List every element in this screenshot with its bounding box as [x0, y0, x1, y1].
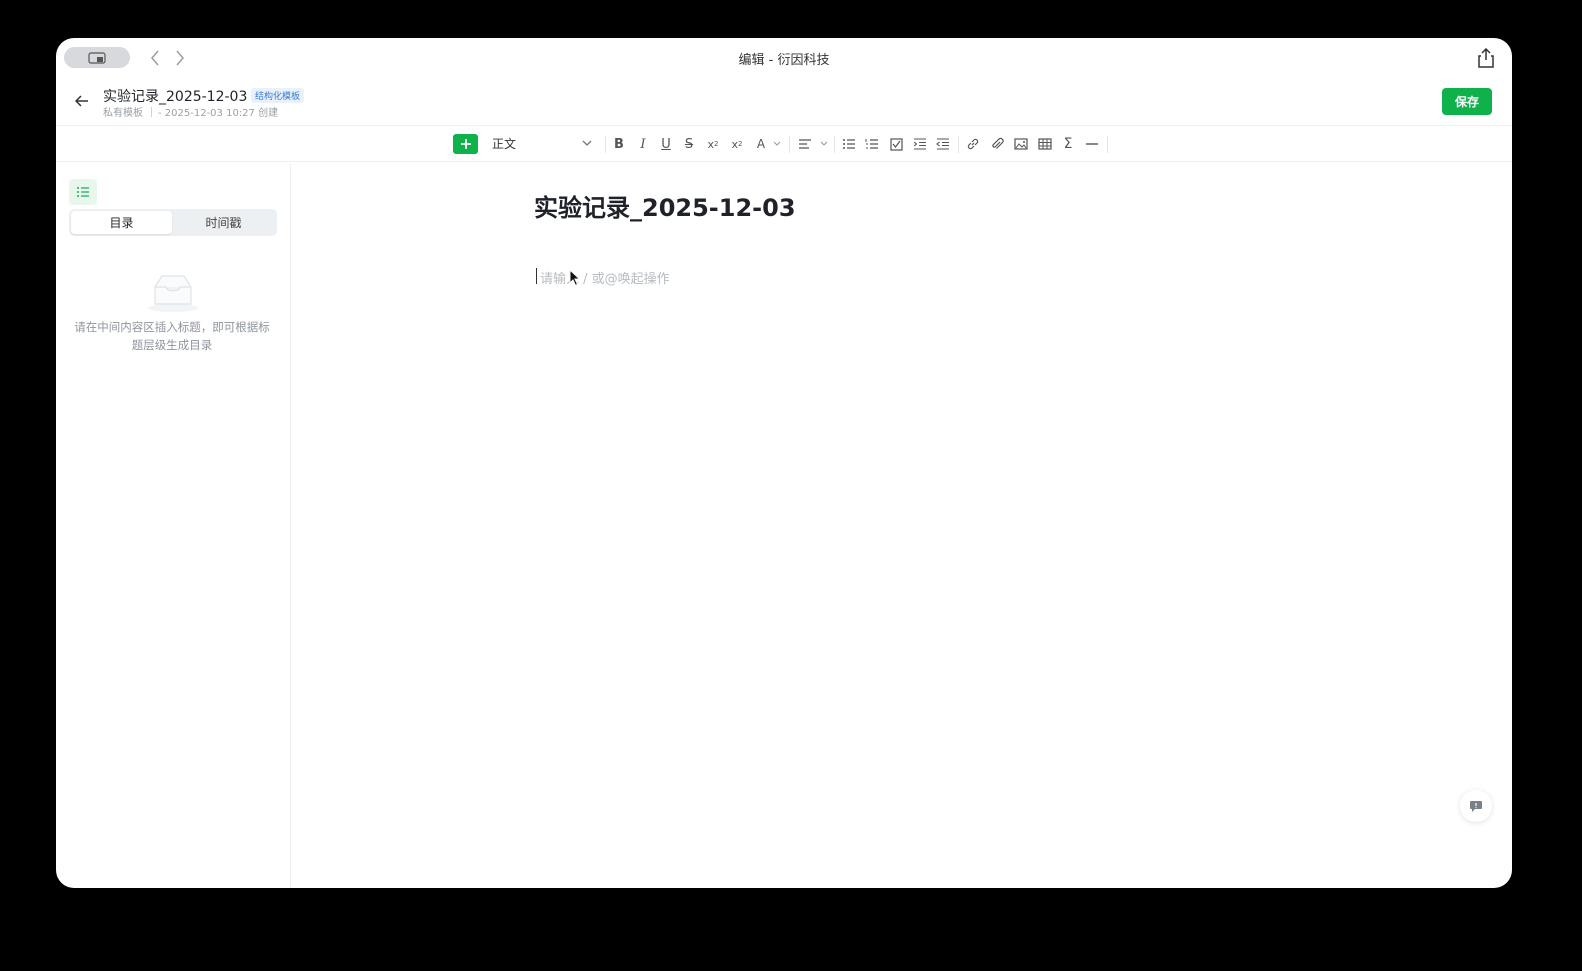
message-icon [1470, 800, 1482, 812]
attachment-icon[interactable] [988, 135, 1006, 153]
toc-sidebar: 目录 时间戳 请在中间内容区插入标题，即可根据标题层级生成目录 [56, 163, 291, 888]
sidebar-tab-switch: 目录 时间戳 [69, 209, 277, 236]
document-title: 实验记录_2025-12-03 [103, 89, 248, 105]
table-icon[interactable] [1036, 135, 1054, 153]
meta-divider [151, 106, 152, 117]
align-icon[interactable] [796, 135, 814, 153]
document-meta: 私有模板 - 2025-12-03 10:27 创建 [103, 104, 278, 119]
chevron-down-icon[interactable] [581, 137, 593, 149]
list-icon [77, 187, 89, 197]
chevron-down-icon[interactable] [773, 141, 781, 147]
image-icon[interactable] [1012, 135, 1030, 153]
tab-toc[interactable]: 目录 [71, 211, 172, 234]
bullet-list-icon[interactable] [840, 135, 858, 153]
toolbar-divider [958, 136, 959, 153]
link-icon[interactable] [964, 135, 982, 153]
insert-button[interactable] [453, 134, 478, 154]
divider-icon[interactable] [1083, 135, 1101, 153]
app-window: 编辑 - 衍因科技 实验记录_2025-12-03 结构化模板 私有模板 - 2… [56, 38, 1512, 888]
template-badge: 结构化模板 [251, 88, 305, 103]
toolbar-divider [834, 136, 835, 153]
toolbar-divider [789, 136, 790, 153]
tab-timestamps[interactable]: 时间戳 [173, 211, 274, 234]
bold-icon[interactable]: B [610, 135, 628, 153]
title-bar: 编辑 - 衍因科技 [56, 38, 1512, 78]
numbered-list-icon[interactable] [863, 135, 881, 153]
toolbar-divider [1107, 136, 1108, 153]
chevron-down-icon[interactable] [820, 141, 828, 147]
editor-toolbar: 正文 B I U S x2 x2 A Σ [56, 127, 1512, 162]
toc-toggle-button[interactable] [69, 179, 97, 205]
back-button[interactable] [72, 91, 92, 111]
paragraph-style-select[interactable]: 正文 [492, 135, 516, 152]
editor-body-input[interactable]: 请输入 / 或@唤起操作 [540, 268, 670, 287]
outdent-icon[interactable] [934, 135, 952, 153]
formula-icon[interactable]: Σ [1059, 135, 1077, 153]
save-button[interactable]: 保存 [1442, 88, 1492, 115]
underline-icon[interactable]: U [657, 135, 675, 153]
strikethrough-icon[interactable]: S [680, 135, 698, 153]
feedback-button[interactable] [1460, 790, 1492, 822]
document-scope: 私有模板 [103, 108, 143, 119]
subscript-icon[interactable]: x2 [728, 135, 746, 153]
share-button[interactable] [1474, 46, 1498, 70]
font-color-icon[interactable]: A [752, 135, 770, 153]
mouse-cursor-icon [569, 269, 581, 287]
checklist-icon[interactable] [887, 135, 905, 153]
arrow-left-icon [75, 95, 88, 107]
document-created: - 2025-12-03 10:27 创建 [158, 108, 279, 119]
text-caret [536, 268, 537, 284]
superscript-icon[interactable]: x2 [704, 135, 722, 153]
italic-icon[interactable]: I [634, 135, 652, 153]
share-icon [1478, 48, 1494, 68]
toolbar-divider [605, 136, 606, 153]
editor-title[interactable]: 实验记录_2025-12-03 [534, 188, 796, 223]
document-header: 实验记录_2025-12-03 结构化模板 私有模板 - 2025-12-03 … [56, 78, 1512, 126]
empty-inbox-icon [148, 275, 198, 312]
window-title: 编辑 - 衍因科技 [738, 53, 830, 68]
toc-empty-message: 请在中间内容区插入标题，即可根据标题层级生成目录 [74, 320, 270, 352]
indent-icon[interactable] [911, 135, 929, 153]
add-icon [460, 139, 471, 149]
